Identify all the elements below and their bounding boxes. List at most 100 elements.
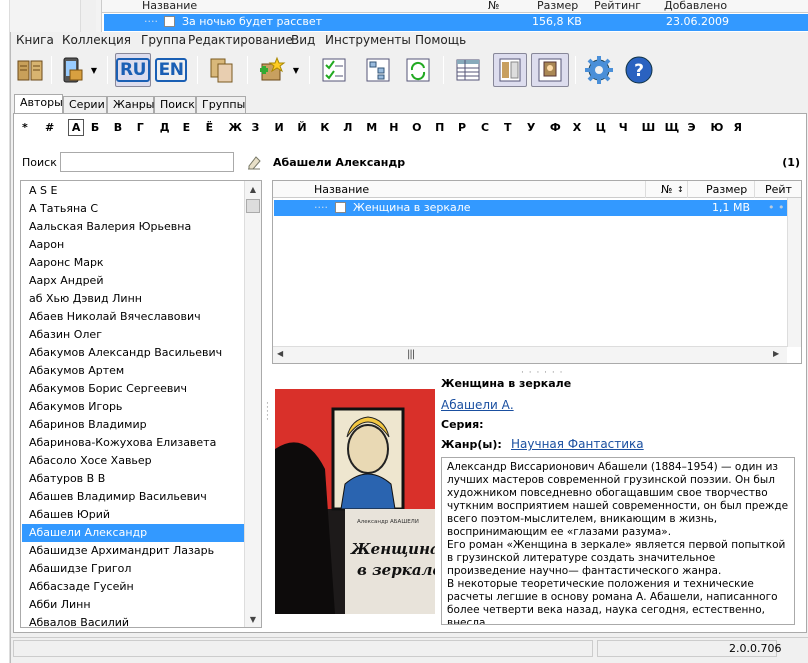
tab-genres[interactable]: Жанры [107, 96, 154, 113]
list-item[interactable]: Абашев Юрий [22, 506, 244, 524]
table-view-button[interactable] [451, 53, 485, 87]
language-ru-button[interactable]: RU [115, 53, 151, 87]
menu-help[interactable]: Помощь [415, 33, 466, 47]
cover-view-button[interactable] [531, 53, 569, 87]
list-item[interactable]: Абби Линн [22, 596, 244, 614]
list-item[interactable]: Абатуров В В [22, 470, 244, 488]
list-item[interactable]: Аббасзаде Гусейн [22, 578, 244, 596]
alphabet-letter[interactable]: Ё [206, 121, 214, 134]
list-item[interactable]: A S E [22, 182, 244, 200]
tab-search[interactable]: Поиск [154, 96, 196, 113]
col-size[interactable]: Размер [706, 183, 747, 196]
list-item[interactable]: Абаев Николай Вячеславович [22, 308, 244, 326]
alphabet-letter[interactable]: Б [91, 121, 99, 134]
tab-authors[interactable]: Авторы [14, 94, 63, 114]
alphabet-letter[interactable]: Г [137, 121, 144, 134]
alphabet-letter[interactable]: Ш [642, 121, 656, 134]
list-item[interactable]: Аальская Валерия Юрьевна [22, 218, 244, 236]
list-item[interactable]: Абаринов Владимир [22, 416, 244, 434]
split-view-button[interactable] [493, 53, 527, 87]
check-list-button[interactable] [317, 53, 351, 87]
menu-book[interactable]: Книга [16, 33, 54, 47]
book-author-link[interactable]: Абашели А. [441, 398, 514, 412]
alphabet-letter[interactable]: Я [733, 121, 741, 134]
table-row[interactable]: ···· Женщина в зеркале 1,1 MB • • [274, 200, 790, 216]
alphabet-letter[interactable]: В [114, 121, 122, 134]
col-title[interactable]: Название [314, 183, 369, 196]
alphabet-letter[interactable]: К [320, 121, 329, 134]
row-checkbox[interactable] [335, 202, 346, 213]
column-divider[interactable] [687, 181, 688, 198]
bg-col-number[interactable]: № [488, 0, 499, 12]
send-to-device-button[interactable] [57, 53, 87, 87]
menu-edit[interactable]: Редактирование [188, 33, 293, 47]
list-item[interactable]: Абакумов Борис Сергеевич [22, 380, 244, 398]
col-number[interactable]: № [661, 183, 672, 196]
background-table-row[interactable]: ···· За ночью будет рассвет 156,8 KB 23.… [104, 14, 808, 31]
alphabet-letter[interactable]: Ц [596, 121, 606, 134]
col-rating[interactable]: Рейт [765, 183, 792, 196]
menu-tools[interactable]: Инструменты [325, 33, 411, 47]
alphabet-letter[interactable]: И [274, 121, 283, 134]
book-annotation[interactable]: Александр Виссарионович Абашели (1884–19… [441, 457, 795, 625]
book-genre-link[interactable]: Научная Фантастика [511, 437, 644, 451]
list-item[interactable]: Абаринова-Кожухова Елизавета [22, 434, 244, 452]
language-en-button[interactable]: EN [153, 53, 189, 87]
vertical-splitter[interactable]: · · · · · [266, 400, 269, 425]
list-item[interactable]: Аарх Андрей [22, 272, 244, 290]
alphabet-letter[interactable]: М [366, 121, 377, 134]
alphabet-letter[interactable]: # [45, 121, 54, 134]
books-table-hscroll[interactable]: ◀ ||| ▶ [273, 346, 787, 363]
books-table-vscroll[interactable] [787, 198, 801, 347]
alphabet-letter[interactable]: Т [504, 121, 512, 134]
bg-col-added[interactable]: Добавлено [664, 0, 727, 12]
list-item[interactable]: Абашидзе Архимандрит Лазарь [22, 542, 244, 560]
scroll-down-icon[interactable]: ▼ [245, 611, 261, 627]
alphabet-letter[interactable]: Ж [229, 121, 242, 134]
alphabet-letter[interactable]: Л [343, 121, 352, 134]
bg-col-title[interactable]: Название [142, 0, 197, 12]
alphabet-letter[interactable]: Е [183, 121, 191, 134]
search-input[interactable] [60, 152, 234, 172]
list-item[interactable]: Абакумов Артем [22, 362, 244, 380]
alphabet-letter[interactable]: Щ [665, 121, 680, 134]
copy-button[interactable] [205, 53, 239, 87]
add-to-group-button[interactable] [255, 53, 289, 87]
tab-groups[interactable]: Группы [196, 96, 246, 113]
menu-group[interactable]: Группа [141, 33, 186, 47]
column-divider[interactable] [754, 181, 755, 198]
list-item[interactable]: Абакумов Александр Васильевич [22, 344, 244, 362]
alphabet-letter[interactable]: Ф [550, 121, 561, 134]
tree-view-button[interactable] [361, 53, 395, 87]
alphabet-letter[interactable]: Р [458, 121, 466, 134]
background-scrollbar[interactable] [80, 0, 96, 32]
list-item[interactable]: аб Хью Дэвид Линн [22, 290, 244, 308]
alphabet-letter[interactable]: О [412, 121, 421, 134]
alphabet-letter[interactable]: Ч [619, 121, 628, 134]
refresh-list-button[interactable] [401, 53, 435, 87]
settings-button[interactable] [581, 53, 617, 87]
alphabet-letter[interactable]: П [435, 121, 444, 134]
alphabet-letter[interactable]: У [527, 121, 535, 134]
alphabet-letter[interactable]: Д [160, 121, 170, 134]
scroll-thumb[interactable] [246, 199, 260, 213]
list-item[interactable]: Абашев Владимир Васильевич [22, 488, 244, 506]
alphabet-letter[interactable]: Э [688, 121, 696, 134]
bg-col-size[interactable]: Размер [537, 0, 578, 12]
checkbox[interactable] [164, 16, 175, 27]
bg-col-rating[interactable]: Рейтинг [594, 0, 641, 12]
alphabet-letter[interactable]: * [22, 121, 28, 134]
menu-view[interactable]: Вид [291, 33, 315, 47]
scroll-left-icon[interactable]: ◀ [277, 349, 283, 358]
menu-collection[interactable]: Коллекция [62, 33, 131, 47]
list-item[interactable]: Аарон [22, 236, 244, 254]
alphabet-letter[interactable]: З [252, 121, 260, 134]
scroll-right-icon[interactable]: ▶ [773, 349, 779, 358]
list-item[interactable]: Абвалов Василий [22, 614, 244, 627]
author-list-scrollbar[interactable]: ▲ ▼ [244, 181, 261, 627]
list-item[interactable]: Абасоло Хосе Хавьер [22, 452, 244, 470]
alphabet-letter[interactable]: Н [389, 121, 398, 134]
alphabet-letter[interactable]: С [481, 121, 489, 134]
alphabet-letter[interactable]: Й [297, 121, 306, 134]
scroll-up-icon[interactable]: ▲ [245, 181, 261, 197]
